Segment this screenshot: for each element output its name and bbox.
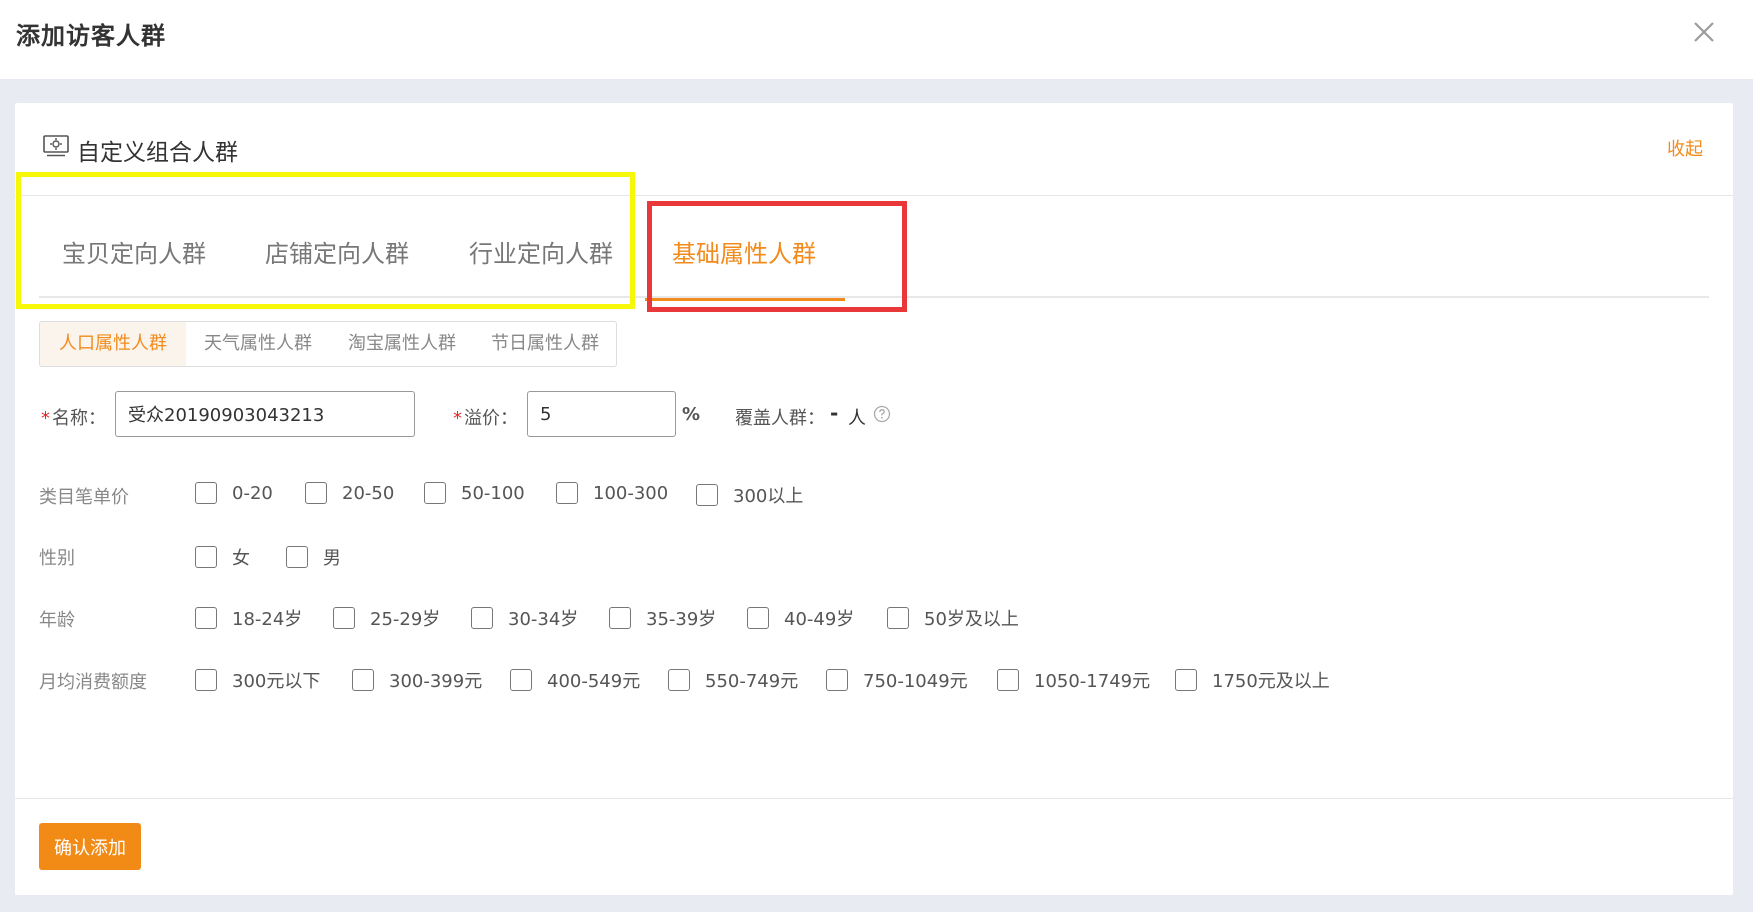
checkbox[interactable] — [609, 607, 631, 629]
checkbox-label: 35-39岁 — [646, 609, 717, 630]
price-option[interactable]: 0-20 — [195, 482, 273, 504]
checkbox[interactable] — [424, 482, 446, 504]
gender-label: 性别 — [39, 548, 75, 569]
required-mark: * — [41, 408, 50, 429]
checkbox-label: 0-20 — [232, 482, 273, 504]
checkbox-label: 300以上 — [733, 486, 804, 507]
checkbox-label: 50岁及以上 — [924, 609, 1019, 630]
required-mark: * — [453, 408, 462, 429]
checkbox[interactable] — [352, 669, 374, 691]
price-option[interactable]: 50-100 — [424, 482, 525, 504]
age-option[interactable]: 25-29岁 — [333, 605, 440, 631]
checkbox[interactable] — [471, 607, 493, 629]
spending-option[interactable]: 300元以下 — [195, 667, 320, 693]
checkbox[interactable] — [286, 546, 308, 568]
age-option[interactable]: 30-34岁 — [471, 605, 578, 631]
spending-label: 月均消费额度 — [39, 672, 147, 693]
checkbox[interactable] — [696, 484, 718, 506]
coverage-unit: 人 — [848, 408, 866, 429]
sub-tab-bar: 人口属性人群 天气属性人群 淘宝属性人群 节日属性人群 — [39, 321, 617, 367]
subtab-taobao[interactable]: 淘宝属性人群 — [330, 322, 474, 366]
custom-audience-card: 自定义组合人群 收起 宝贝定向人群 店铺定向人群 行业定向人群 基础属性人群 人… — [15, 103, 1733, 895]
premium-label-text: 溢价： — [464, 408, 518, 429]
checkbox[interactable] — [510, 669, 532, 691]
age-option[interactable]: 50岁及以上 — [887, 605, 1019, 631]
checkbox[interactable] — [997, 669, 1019, 691]
checkbox-label: 400-549元 — [547, 671, 641, 692]
checkbox[interactable] — [826, 669, 848, 691]
checkbox[interactable] — [305, 482, 327, 504]
checkbox-label: 550-749元 — [705, 671, 799, 692]
spending-option[interactable]: 400-549元 — [510, 667, 640, 693]
spending-option[interactable]: 550-749元 — [668, 667, 798, 693]
checkbox-label: 50-100 — [461, 482, 525, 504]
checkbox-label: 30-34岁 — [508, 609, 579, 630]
price-option[interactable]: 100-300 — [556, 482, 668, 504]
checkbox-label: 300-399元 — [389, 671, 483, 692]
premium-input[interactable] — [527, 391, 676, 437]
gender-option[interactable]: 女 — [195, 544, 250, 570]
question-circle-icon[interactable] — [873, 405, 891, 423]
checkbox[interactable] — [668, 669, 690, 691]
checkbox[interactable] — [195, 482, 217, 504]
checkbox-label: 1750元及以上 — [1212, 671, 1330, 692]
subtab-holiday[interactable]: 节日属性人群 — [474, 322, 616, 366]
checkbox[interactable] — [195, 546, 217, 568]
coverage-label: 覆盖人群： — [735, 408, 825, 429]
spending-option[interactable]: 750-1049元 — [826, 667, 968, 693]
price-option[interactable]: 300以上 — [696, 482, 803, 508]
footer-divider — [15, 798, 1733, 799]
collapse-link[interactable]: 收起 — [1667, 135, 1703, 161]
name-label: * 名称： — [41, 404, 106, 430]
card-title: 自定义组合人群 — [77, 140, 238, 166]
modal-header: 添加访客人群 — [0, 0, 1753, 79]
red-highlight-box — [647, 201, 907, 312]
checkbox-label: 300元以下 — [232, 671, 321, 692]
checkbox-label: 1050-1749元 — [1034, 671, 1151, 692]
yellow-highlight-box — [16, 172, 635, 309]
checkbox-label: 18-24岁 — [232, 609, 303, 630]
checkbox[interactable] — [333, 607, 355, 629]
price-label: 类目笔单价 — [39, 487, 129, 508]
checkbox[interactable] — [747, 607, 769, 629]
spending-option[interactable]: 300-399元 — [352, 667, 482, 693]
spending-option[interactable]: 1750元及以上 — [1175, 667, 1330, 693]
premium-label: * 溢价： — [453, 404, 518, 430]
checkbox[interactable] — [887, 607, 909, 629]
age-option[interactable]: 35-39岁 — [609, 605, 716, 631]
age-option[interactable]: 40-49岁 — [747, 605, 854, 631]
gender-option[interactable]: 男 — [286, 544, 341, 570]
checkbox-label: 25-29岁 — [370, 609, 441, 630]
price-option[interactable]: 20-50 — [305, 482, 394, 504]
checkbox-label: 男 — [323, 548, 341, 569]
confirm-add-button[interactable]: 确认添加 — [39, 823, 141, 870]
checkbox[interactable] — [1175, 669, 1197, 691]
audience-group-icon — [43, 135, 69, 157]
checkbox[interactable] — [556, 482, 578, 504]
checkbox[interactable] — [195, 607, 217, 629]
coverage-value: - — [830, 401, 839, 425]
subtab-weather[interactable]: 天气属性人群 — [186, 322, 330, 366]
checkbox-label: 20-50 — [342, 482, 395, 504]
age-label: 年龄 — [39, 610, 75, 631]
checkbox[interactable] — [195, 669, 217, 691]
spending-option[interactable]: 1050-1749元 — [997, 667, 1150, 693]
modal-title: 添加访客人群 — [16, 22, 166, 50]
checkbox-label: 40-49岁 — [784, 609, 855, 630]
subtab-demographic[interactable]: 人口属性人群 — [40, 322, 186, 366]
premium-unit: % — [682, 404, 701, 425]
name-label-text: 名称： — [52, 408, 106, 429]
checkbox-label: 750-1049元 — [863, 671, 968, 692]
checkbox-label: 100-300 — [593, 482, 669, 504]
checkbox-label: 女 — [232, 548, 250, 569]
close-icon[interactable] — [1690, 18, 1718, 46]
age-option[interactable]: 18-24岁 — [195, 605, 302, 631]
name-input[interactable] — [115, 391, 415, 437]
